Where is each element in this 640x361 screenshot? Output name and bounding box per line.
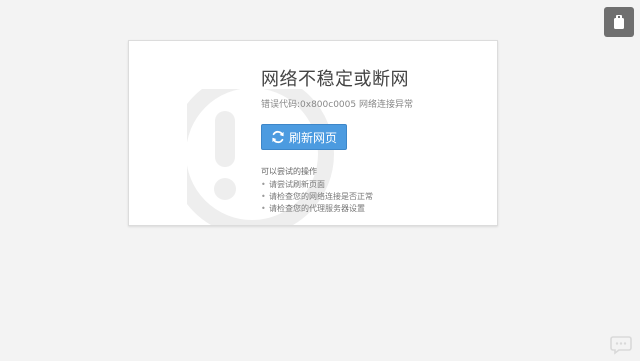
- tips-list: • 请尝试刷新页面 • 请检查您的网络连接是否正常 • 请检查您的代理服务器设置: [261, 179, 485, 215]
- error-title: 网络不稳定或断网: [261, 69, 409, 90]
- tips-title: 可以尝试的操作: [261, 167, 317, 176]
- tip-item: • 请检查您的网络连接是否正常: [261, 192, 373, 201]
- bookmark-icon: [614, 15, 624, 29]
- tip-item: • 请尝试刷新页面: [261, 180, 325, 189]
- refresh-page-button[interactable]: 刷新网页: [261, 124, 347, 150]
- browser-error-page: 网络不稳定或断网 错误代码:0x800c0005 网络连接异常 刷新网页 可以尝…: [0, 0, 640, 361]
- error-content: 网络不稳定或断网 错误代码:0x800c0005 网络连接异常 刷新网页 可以尝…: [261, 65, 485, 215]
- refresh-icon: [272, 130, 284, 144]
- error-card: 网络不稳定或断网 错误代码:0x800c0005 网络连接异常 刷新网页 可以尝…: [128, 40, 498, 226]
- watermark: [610, 335, 632, 355]
- tip-item: • 请检查您的代理服务器设置: [261, 204, 365, 213]
- error-code-text: 错误代码:0x800c0005 网络连接异常: [261, 100, 413, 110]
- chat-bubble-icon: [610, 336, 632, 355]
- corner-toolbar-button[interactable]: [604, 7, 634, 37]
- refresh-button-label: 刷新网页: [288, 130, 337, 145]
